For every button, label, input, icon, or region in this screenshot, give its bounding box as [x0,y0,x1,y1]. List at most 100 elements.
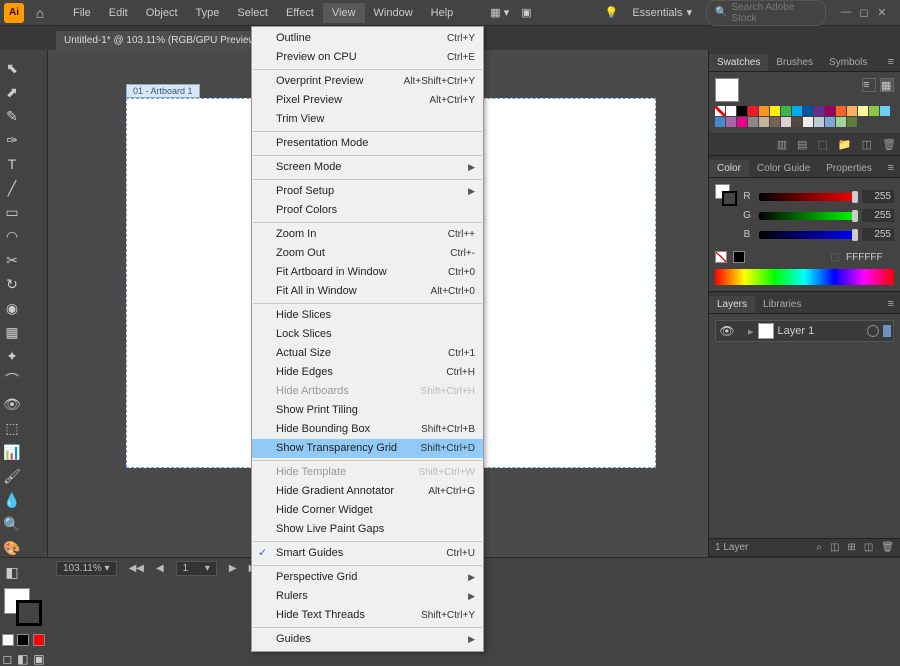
swatch[interactable] [759,117,769,127]
new-swatch-icon[interactable]: ◫ [862,138,872,151]
zoom-field[interactable]: 103.11% ▾ [56,561,117,576]
menu-item-hide-text-threads[interactable]: Hide Text ThreadsShift+Ctrl+Y [252,606,483,625]
tool-12[interactable]: ✦ [0,344,24,368]
artboard-nav-back[interactable]: ◀ [156,563,164,574]
tool-8[interactable]: ✂ [0,248,24,272]
panel-tab-swatches[interactable]: Swatches [709,54,768,71]
make-clip-icon[interactable]: ◫ [830,542,839,553]
tool-6[interactable]: ▭ [0,200,24,224]
draw-mode[interactable] [33,634,45,646]
help-icon[interactable]: 💡 [605,6,619,19]
swatch[interactable] [836,117,846,127]
draw-mode[interactable] [2,634,14,646]
tool-21[interactable]: ◧ [0,560,24,584]
swatch[interactable] [748,117,758,127]
swatch[interactable] [770,106,780,116]
menu-item-hide-slices[interactable]: Hide Slices [252,306,483,325]
document-tab[interactable]: Untitled-1* @ 103.11% (RGB/GPU Preview) … [56,31,281,50]
swatch-options-icon[interactable]: ⬚ [818,138,828,151]
menu-item-fit-artboard-in-window[interactable]: Fit Artboard in WindowCtrl+0 [252,263,483,282]
menu-item-lock-slices[interactable]: Lock Slices [252,325,483,344]
menu-item-fit-all-in-window[interactable]: Fit All in WindowAlt+Ctrl+0 [252,282,483,301]
swatch[interactable] [880,106,890,116]
workspace-switcher[interactable]: Essentials▾ [632,6,692,19]
menu-item-pixel-preview[interactable]: Pixel PreviewAlt+Ctrl+Y [252,91,483,110]
menu-item-proof-setup[interactable]: Proof Setup▶ [252,182,483,201]
draw-mode[interactable] [17,634,29,646]
swatch[interactable] [737,117,747,127]
minimize-icon[interactable]: — [840,6,852,19]
new-layer-icon[interactable]: ◫ [864,542,873,553]
menu-item-zoom-in[interactable]: Zoom InCtrl++ [252,225,483,244]
menu-edit[interactable]: Edit [100,3,137,23]
delete-layer-icon[interactable]: 🗑 [881,542,894,553]
tool-11[interactable]: ▦ [0,320,24,344]
swatch[interactable] [858,106,868,116]
search-stock[interactable]: 🔍 Search Adobe Stock [706,0,826,26]
tool-13[interactable]: ⌒ [0,368,24,392]
tool-5[interactable]: ╱ [0,176,24,200]
tool-1[interactable]: ⬈ [0,80,24,104]
panel-menu-icon[interactable]: ≡ [882,53,900,71]
menu-item-hide-gradient-annotator[interactable]: Hide Gradient AnnotatorAlt+Ctrl+G [252,482,483,501]
tool-2[interactable]: ✎ [0,104,24,128]
menu-view[interactable]: View [323,3,365,23]
swatch[interactable] [726,117,736,127]
swatch[interactable] [792,106,802,116]
panel-menu-icon[interactable]: ≡ [882,159,900,177]
tool-15[interactable]: ⬚ [0,416,24,440]
swatch-grid-view-icon[interactable]: ▦ [880,78,894,92]
menu-item-proof-colors[interactable]: Proof Colors [252,201,483,220]
tool-3[interactable]: ✑ [0,128,24,152]
swatch[interactable] [814,117,824,127]
arrange-docs-icon[interactable]: ▦ ▾ [490,6,509,19]
swatch[interactable] [847,106,857,116]
menu-window[interactable]: Window [365,3,422,23]
menu-item-hide-edges[interactable]: Hide EdgesCtrl+H [252,363,483,382]
swatch-none[interactable] [715,106,725,116]
swatch[interactable] [869,106,879,116]
menu-item-perspective-grid[interactable]: Perspective Grid▶ [252,568,483,587]
layer-row[interactable]: 👁 ▸ Layer 1 [715,320,894,342]
swatch[interactable] [825,117,835,127]
menu-item-actual-size[interactable]: Actual SizeCtrl+1 [252,344,483,363]
slider-r[interactable] [759,193,856,201]
panel-tab-color-guide[interactable]: Color Guide [749,160,818,177]
panel-tab-properties[interactable]: Properties [818,160,880,177]
swatch-libraries-icon[interactable]: ▥ [777,138,787,151]
locate-layer-icon[interactable]: ⌕ [816,542,822,553]
swatch[interactable] [781,106,791,116]
menu-item-zoom-out[interactable]: Zoom OutCtrl+- [252,244,483,263]
swatch[interactable] [814,106,824,116]
new-sublayer-icon[interactable]: ⊞ [847,542,855,553]
menu-select[interactable]: Select [228,3,277,23]
tool-14[interactable]: 👁 [0,392,24,416]
swatch[interactable] [748,106,758,116]
swatch[interactable] [715,117,725,127]
menu-help[interactable]: Help [422,3,463,23]
panel-tab-symbols[interactable]: Symbols [821,54,875,71]
menu-item-preview-on-cpu[interactable]: Preview on CPUCtrl+E [252,48,483,67]
artboard-label[interactable]: 01 - Artboard 1 [126,84,200,98]
slider-b[interactable] [759,231,856,239]
slider-g[interactable] [759,212,856,220]
panel-tab-color[interactable]: Color [709,160,749,177]
menu-object[interactable]: Object [137,3,187,23]
close-icon[interactable]: ✕ [876,6,888,19]
artboard-nav-fwd[interactable]: ▶ [229,563,237,574]
menu-item-guides[interactable]: Guides▶ [252,630,483,649]
menu-item-rulers[interactable]: Rulers▶ [252,587,483,606]
tool-7[interactable]: ◠ [0,224,24,248]
delete-swatch-icon[interactable]: 🗑 [882,138,896,151]
fill-swatch[interactable] [715,78,739,102]
tool-18[interactable]: 💧 [0,488,24,512]
menu-item-screen-mode[interactable]: Screen Mode▶ [252,158,483,177]
swatch-list-view-icon[interactable]: ≡ [862,78,876,92]
tool-9[interactable]: ↻ [0,272,24,296]
menu-item-trim-view[interactable]: Trim View [252,110,483,129]
menu-item-hide-bounding-box[interactable]: Hide Bounding BoxShift+Ctrl+B [252,420,483,439]
menu-item-overprint-preview[interactable]: Overprint PreviewAlt+Shift+Ctrl+Y [252,72,483,91]
artboard-selector[interactable]: 1 ▾ [176,561,217,576]
swatch[interactable] [825,106,835,116]
layer-target-icon[interactable] [867,325,879,337]
